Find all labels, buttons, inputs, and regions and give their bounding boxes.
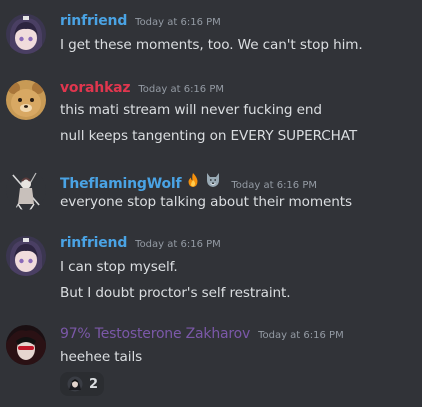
- message-text: heehee tails: [60, 349, 143, 365]
- timestamp: Today at 6:16 PM: [258, 330, 344, 341]
- message-text: I can stop myself.: [60, 259, 178, 275]
- message-text: But I doubt proctor's self restraint.: [60, 285, 291, 301]
- username[interactable]: TheflamingWolf: [60, 176, 182, 192]
- username[interactable]: vorahkaz: [60, 80, 131, 96]
- reaction-count: 2: [89, 376, 99, 392]
- message-text: this mati stream will never fucking end: [60, 102, 322, 118]
- reaction-button[interactable]: 2: [60, 372, 104, 396]
- anime-avatar-icon[interactable]: [6, 14, 46, 54]
- username[interactable]: rinfriend: [60, 13, 127, 29]
- fire-icon: [185, 172, 201, 188]
- timestamp: Today at 6:16 PM: [135, 17, 221, 28]
- message: vorahkaz Today at 6:16 PM this mati stre…: [0, 76, 422, 156]
- timestamp: Today at 6:16 PM: [138, 84, 224, 95]
- bear-avatar-icon[interactable]: [6, 80, 46, 120]
- vampire-avatar-icon[interactable]: [6, 325, 46, 365]
- timestamp: Today at 6:16 PM: [231, 180, 317, 191]
- message-text: everyone stop talking about their moment…: [60, 194, 352, 210]
- message: rinfriend Today at 6:16 PM I get these m…: [0, 0, 422, 60]
- message: TheflamingWolf Today at 6:16 PM everyone…: [0, 164, 422, 222]
- sketch-avatar-icon[interactable]: [6, 170, 46, 210]
- message: rinfriend Today at 6:16 PM I can stop my…: [0, 230, 422, 308]
- message-text: I get these moments, too. We can't stop …: [60, 37, 363, 53]
- username[interactable]: 97% Testosterone Zakharov: [60, 326, 250, 342]
- username[interactable]: rinfriend: [60, 235, 127, 251]
- message-text: null keeps tangenting on EVERY SUPERCHAT: [60, 128, 358, 144]
- timestamp: Today at 6:16 PM: [135, 239, 221, 250]
- wolf-icon: [205, 172, 221, 188]
- anime-avatar-icon[interactable]: [6, 236, 46, 276]
- custom-emoji-icon: [67, 376, 83, 392]
